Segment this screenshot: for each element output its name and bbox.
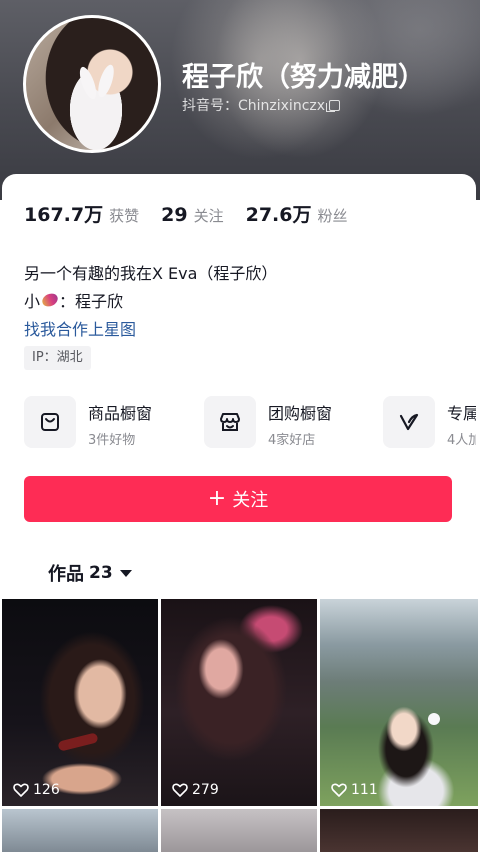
bio-line-2: 小 ：程子欣 — [24, 288, 123, 312]
likes-count: 167.7万 — [24, 204, 104, 226]
like-count-value: 279 — [192, 782, 219, 798]
tab-works[interactable]: 作品 23 — [48, 560, 132, 586]
following-count[interactable]: 29 — [161, 204, 187, 226]
follow-button[interactable]: + 关注 — [24, 476, 452, 522]
video-thumbnail[interactable] — [161, 809, 317, 852]
v-badge-icon — [383, 396, 435, 448]
thumbnail-detail — [428, 713, 440, 725]
video-like-count: 111 — [331, 782, 378, 798]
sweet-potato-emoji-icon — [40, 291, 60, 309]
video-thumbnail[interactable]: 111 — [320, 599, 478, 806]
bio-line-1: 另一个有趣的我在X Eva（程子欣） — [24, 264, 278, 283]
ip-location-tag: IP：湖北 — [24, 346, 91, 370]
douyin-id-value: Chinzixinczx — [238, 98, 326, 114]
avatar[interactable] — [23, 15, 161, 153]
douyin-id-label: 抖音号： — [182, 98, 238, 114]
service-title: 专属 — [447, 404, 476, 423]
heart-icon — [172, 783, 188, 797]
service-title: 商品橱窗 — [88, 404, 153, 423]
copy-icon[interactable] — [326, 100, 341, 112]
douyin-id[interactable]: 抖音号：Chinzixinczx — [182, 95, 341, 115]
tab-works-label: 作品 — [48, 564, 84, 585]
like-count-value: 126 — [33, 782, 60, 798]
followers-count[interactable]: 27.6万 — [246, 200, 312, 227]
video-like-count: 126 — [13, 782, 60, 798]
follow-button-label: 关注 — [232, 490, 269, 511]
video-like-count: 279 — [172, 782, 219, 798]
service-group-buy-showcase[interactable]: 团购橱窗 4家好店 — [204, 396, 332, 452]
likes-label: 获赞 — [109, 207, 140, 225]
heart-icon — [331, 783, 347, 797]
profile-name: 程子欣（努力减肥） — [182, 62, 425, 93]
video-thumbnail[interactable]: 126 — [2, 599, 158, 806]
profile-stats: 167.7万 获赞 29 关注 27.6万 粉丝 — [24, 200, 370, 227]
profile-card: 167.7万 获赞 29 关注 27.6万 粉丝 另一个有趣的我在X Eva（程… — [2, 174, 476, 604]
service-exclusive[interactable]: 专属 4人加 — [383, 396, 476, 452]
avatar-plush-ear — [76, 64, 100, 102]
heart-icon — [13, 783, 29, 797]
tab-works-count: 23 — [89, 563, 113, 583]
bio-line-2-suffix: ：程子欣 — [59, 292, 124, 311]
avatar-plush-ear — [95, 62, 117, 100]
service-subtitle: 4家好店 — [268, 433, 316, 448]
profile-header-banner: 程子欣（努力减肥） 抖音号：Chinzixinczx — [0, 0, 480, 200]
cooperation-link[interactable]: 找我合作上星图 — [24, 316, 136, 340]
bio-line-2-prefix: 小 — [24, 292, 41, 311]
plus-icon: + — [207, 486, 227, 511]
shop-bag-icon — [24, 396, 76, 448]
following-label[interactable]: 关注 — [194, 205, 224, 226]
like-count-value: 111 — [351, 782, 378, 798]
service-subtitle: 4人加 — [447, 433, 476, 448]
service-product-showcase[interactable]: 商品橱窗 3件好物 — [24, 396, 152, 452]
followers-label[interactable]: 粉丝 — [317, 205, 347, 226]
video-grid: 126 279 111 — [0, 599, 480, 852]
video-thumbnail[interactable] — [320, 809, 478, 852]
service-subtitle: 3件好物 — [88, 433, 136, 448]
video-thumbnail[interactable]: 279 — [161, 599, 317, 806]
storefront-icon — [204, 396, 256, 448]
thumbnail-detail — [57, 732, 99, 752]
caret-down-icon — [119, 569, 132, 577]
service-shortcuts: 商品橱窗 3件好物 团购橱窗 4家好店 专属 4人加 — [24, 396, 476, 452]
video-thumbnail[interactable] — [2, 809, 158, 852]
service-title: 团购橱窗 — [268, 404, 333, 423]
